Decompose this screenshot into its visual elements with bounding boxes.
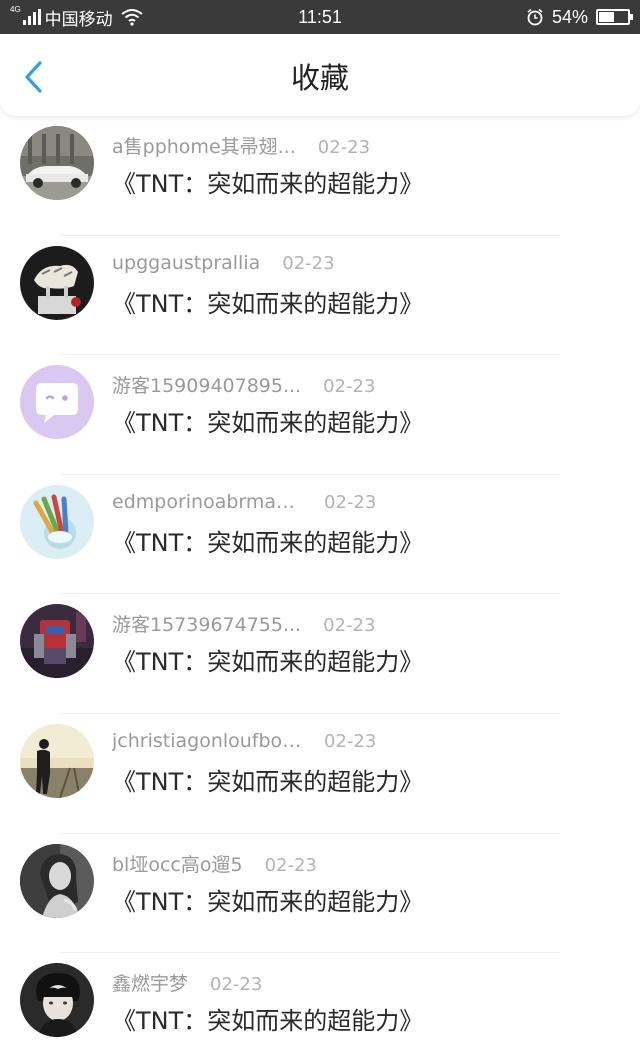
username[interactable]: jchristiagonloufbout... xyxy=(112,730,302,752)
list-item[interactable]: edmporinoabrmanib 02-23 《TNT：突如而来的超能力》 xyxy=(0,475,640,595)
avatar-car-image xyxy=(20,126,94,200)
item-date: 02-23 xyxy=(324,730,377,752)
item-title[interactable]: 《TNT：突如而来的超能力》 xyxy=(112,523,423,558)
avatar[interactable] xyxy=(20,963,94,1038)
favorites-list: a售pphome其帚翅... 02-23 《TNT：突如而来的超能力》 upgg… xyxy=(0,116,640,1056)
avatar-young-man-image xyxy=(20,963,94,1038)
item-meta: 游客15739674755... 02-23 xyxy=(112,610,375,637)
list-item[interactable]: bl垭occ高o遛5 02-23 《TNT：突如而来的超能力》 xyxy=(0,834,640,954)
status-bar: 4G 中国移动 11:51 54% xyxy=(0,0,640,34)
item-meta: edmporinoabrmanib 02-23 xyxy=(112,491,376,513)
username[interactable]: 游客15909407895... xyxy=(112,371,301,398)
item-date: 02-23 xyxy=(210,974,263,996)
item-meta: 鑫燃宇梦 02-23 xyxy=(112,969,262,996)
nav-header: 收藏 xyxy=(0,34,640,116)
list-item[interactable]: a售pphome其帚翅... 02-23 《TNT：突如而来的超能力》 xyxy=(0,116,640,236)
avatar[interactable] xyxy=(20,723,94,798)
avatar[interactable] xyxy=(20,365,94,440)
avatar-tiger-statue-image xyxy=(20,245,94,320)
username[interactable]: edmporinoabrmanib xyxy=(112,491,302,513)
username[interactable]: bl垭occ高o遛5 xyxy=(112,850,243,877)
battery-percent: 54% xyxy=(551,6,588,27)
battery-fill xyxy=(599,12,615,22)
avatar[interactable] xyxy=(20,126,94,200)
item-meta: a售pphome其帚翅... 02-23 xyxy=(112,132,370,159)
username[interactable]: a售pphome其帚翅... xyxy=(112,132,296,159)
item-title[interactable]: 《TNT：突如而来的超能力》 xyxy=(112,1001,423,1036)
item-meta: jchristiagonloufbout... 02-23 xyxy=(112,730,376,752)
avatar-robot-image xyxy=(20,604,94,679)
item-title[interactable]: 《TNT：突如而来的超能力》 xyxy=(112,164,423,199)
item-date: 02-23 xyxy=(317,137,371,158)
item-date: 02-23 xyxy=(264,854,317,876)
username[interactable]: 鑫燃宇梦 xyxy=(112,969,188,996)
username[interactable]: upggaustprallia xyxy=(112,252,260,274)
item-date: 02-23 xyxy=(324,491,377,513)
list-item[interactable]: upggaustprallia 02-23 《TNT：突如而来的超能力》 xyxy=(0,236,640,356)
item-title[interactable]: 《TNT：突如而来的超能力》 xyxy=(112,284,423,319)
avatar-pencils-image xyxy=(20,484,94,559)
item-date: 02-23 xyxy=(323,615,376,637)
item-title[interactable]: 《TNT：突如而来的超能力》 xyxy=(112,642,423,677)
avatar[interactable] xyxy=(20,245,94,320)
avatar[interactable] xyxy=(20,484,94,559)
avatar-default-chat-icon xyxy=(20,365,94,440)
item-title[interactable]: 《TNT：突如而来的超能力》 xyxy=(112,882,423,917)
item-date: 02-23 xyxy=(282,252,335,274)
status-right: 54% xyxy=(526,0,633,34)
avatar-woman-portrait-image xyxy=(20,843,94,918)
avatar[interactable] xyxy=(20,604,94,679)
page-title: 收藏 xyxy=(290,61,349,95)
list-item[interactable]: 游客15739674755... 02-23 《TNT：突如而来的超能力》 xyxy=(0,594,640,714)
item-meta: bl垭occ高o遛5 02-23 xyxy=(112,850,317,877)
username[interactable]: 游客15739674755... xyxy=(112,610,301,637)
item-meta: 游客15909407895... 02-23 xyxy=(112,371,375,398)
list-item[interactable]: 鑫燃宇梦 02-23 《TNT：突如而来的超能力》 xyxy=(0,953,640,1056)
item-meta: upggaustprallia 02-23 xyxy=(112,252,335,274)
list-item[interactable]: 游客15909407895... 02-23 《TNT：突如而来的超能力》 xyxy=(0,355,640,475)
item-title[interactable]: 《TNT：突如而来的超能力》 xyxy=(112,762,423,797)
item-date: 02-23 xyxy=(323,376,376,398)
alarm-icon xyxy=(527,8,543,26)
list-item[interactable]: jchristiagonloufbout... 02-23 《TNT：突如而来的… xyxy=(0,714,640,834)
battery-icon xyxy=(596,9,633,25)
avatar-person-on-tracks-image xyxy=(20,723,94,798)
avatar[interactable] xyxy=(20,843,94,918)
item-title[interactable]: 《TNT：突如而来的超能力》 xyxy=(112,403,423,438)
